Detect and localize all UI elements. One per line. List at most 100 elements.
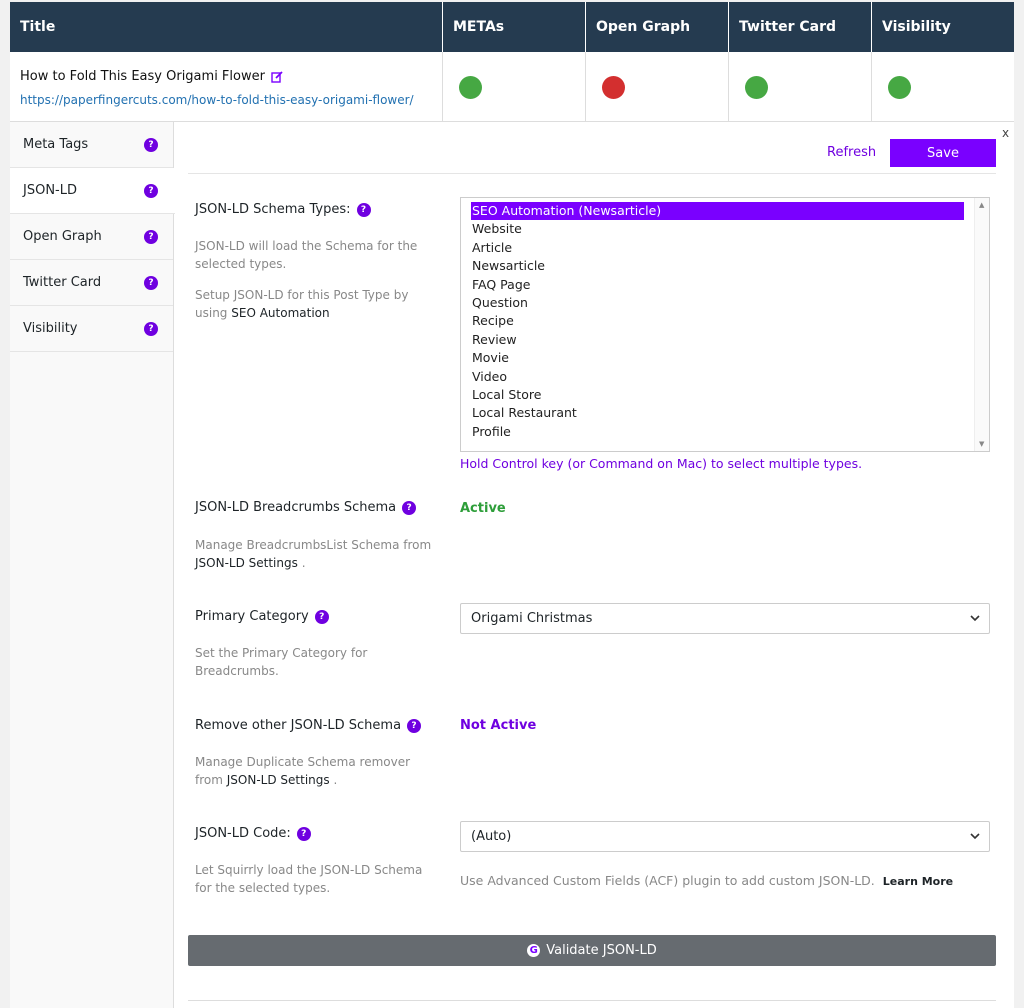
- list-item[interactable]: Profile: [461, 423, 989, 441]
- primary-category-label: Primary Category: [195, 609, 309, 624]
- help-icon[interactable]: ?: [144, 138, 158, 152]
- google-icon: G: [527, 944, 541, 957]
- list-item[interactable]: Local Store: [461, 386, 989, 404]
- json-ld-settings-link[interactable]: JSON-LD Settings: [227, 773, 330, 787]
- code-select-value: (Auto): [471, 829, 512, 844]
- schema-types-label-wrap: JSON-LD Schema Types: ?: [195, 202, 371, 217]
- code-label-wrap: JSON-LD Code: ?: [195, 826, 311, 841]
- chevron-down-icon: [970, 615, 980, 622]
- sidebar-item-json-ld[interactable]: JSON-LD ?: [10, 168, 175, 214]
- metas-status-dot: [459, 76, 482, 99]
- twitter-card-status-dot: [745, 76, 768, 99]
- sidebar-item-label: Twitter Card: [23, 275, 102, 290]
- scroll-up-icon[interactable]: ▲: [979, 201, 984, 209]
- code-select[interactable]: (Auto): [460, 821, 990, 852]
- refresh-button[interactable]: Refresh: [827, 145, 876, 160]
- list-item[interactable]: Newsarticle: [461, 257, 989, 275]
- list-item[interactable]: FAQ Page: [461, 276, 989, 294]
- sidebar-item-meta-tags[interactable]: Meta Tags ?: [10, 122, 173, 168]
- sidebar-item-label: Open Graph: [23, 229, 102, 244]
- breadcrumbs-desc-suffix: .: [301, 556, 306, 570]
- help-icon[interactable]: ?: [407, 718, 422, 733]
- sidebar-item-visibility[interactable]: Visibility ?: [10, 306, 173, 352]
- help-icon[interactable]: ?: [402, 500, 417, 515]
- sidebar-item-label: Meta Tags: [23, 137, 89, 152]
- open-graph-status-dot: [602, 76, 625, 99]
- header-metas: METAs: [443, 2, 586, 52]
- sidebar: Meta Tags ? JSON-LD ? Open Graph ? Twitt…: [10, 122, 175, 1008]
- acf-note-text: Use Advanced Custom Fields (ACF) plugin …: [460, 873, 875, 888]
- sidebar-item-label: JSON-LD: [23, 183, 77, 198]
- help-icon[interactable]: ?: [314, 609, 329, 624]
- schema-types-setup-desc: Setup JSON-LD for this Post Type by usin…: [195, 286, 435, 322]
- acf-note: Use Advanced Custom Fields (ACF) plugin …: [460, 873, 953, 888]
- scroll-down-icon[interactable]: ▼: [979, 440, 984, 448]
- remove-schema-label-wrap: Remove other JSON-LD Schema ?: [195, 718, 422, 733]
- list-item[interactable]: Movie: [461, 349, 989, 367]
- edit-icon[interactable]: [271, 70, 283, 83]
- remove-schema-desc-suffix: .: [333, 773, 338, 787]
- remove-schema-label: Remove other JSON-LD Schema: [195, 718, 402, 733]
- post-url-link[interactable]: https://paperfingercuts.com/how-to-fold-…: [20, 93, 414, 107]
- code-label: JSON-LD Code:: [195, 826, 291, 841]
- open-graph-cell: [586, 52, 729, 121]
- help-icon[interactable]: ?: [144, 230, 158, 244]
- remove-schema-desc: Manage Duplicate Schema remover from JSO…: [195, 753, 435, 789]
- help-icon[interactable]: ?: [356, 202, 371, 217]
- breadcrumbs-desc: Manage BreadcrumbsList Schema from JSON-…: [195, 536, 435, 572]
- help-icon[interactable]: ?: [144, 276, 158, 290]
- help-icon[interactable]: ?: [144, 184, 158, 198]
- settings-panel: Meta Tags ? JSON-LD ? Open Graph ? Twitt…: [10, 122, 1014, 1008]
- json-ld-settings-link[interactable]: JSON-LD Settings: [195, 556, 298, 570]
- remove-schema-status: Not Active: [460, 718, 537, 733]
- breadcrumbs-desc-text: Manage BreadcrumbsList Schema from: [195, 538, 432, 552]
- post-title: How to Fold This Easy Origami Flower: [20, 69, 265, 84]
- header-open-graph: Open Graph: [586, 2, 729, 52]
- primary-category-label-wrap: Primary Category ?: [195, 609, 329, 624]
- sidebar-item-twitter-card[interactable]: Twitter Card ?: [10, 260, 173, 306]
- schema-types-label: JSON-LD Schema Types:: [195, 202, 351, 217]
- listbox-scrollbar[interactable]: ▲ ▼: [974, 198, 989, 451]
- schema-types-listbox[interactable]: SEO Automation (Newsarticle) Website Art…: [460, 197, 990, 452]
- save-button[interactable]: Save: [890, 139, 996, 167]
- breadcrumbs-label-wrap: JSON-LD Breadcrumbs Schema ?: [195, 500, 417, 515]
- list-item[interactable]: SEO Automation (Newsarticle): [471, 202, 964, 221]
- table-header: Title METAs Open Graph Twitter Card Visi…: [10, 2, 1014, 52]
- list-item[interactable]: Review: [461, 331, 989, 349]
- primary-category-value: Origami Christmas: [471, 611, 593, 626]
- post-cell: How to Fold This Easy Origami Flower htt…: [10, 52, 443, 121]
- metas-cell: [443, 52, 586, 121]
- learn-more-link[interactable]: Learn More: [883, 875, 953, 888]
- sidebar-item-label: Visibility: [23, 321, 78, 336]
- header-twitter-card: Twitter Card: [729, 2, 872, 52]
- header-visibility: Visibility: [882, 19, 951, 35]
- visibility-status-dot: [888, 76, 911, 99]
- list-item[interactable]: Recipe: [461, 312, 989, 330]
- breadcrumbs-label: JSON-LD Breadcrumbs Schema: [195, 500, 397, 515]
- close-icon[interactable]: x: [1002, 126, 1009, 140]
- list-item[interactable]: Video: [461, 368, 989, 386]
- help-icon[interactable]: ?: [144, 322, 158, 336]
- list-item[interactable]: Local Restaurant: [461, 404, 989, 422]
- seo-status-table: Title METAs Open Graph Twitter Card Visi…: [10, 2, 1014, 122]
- list-item[interactable]: Question: [461, 294, 989, 312]
- header-title: Title: [10, 2, 443, 52]
- primary-category-select[interactable]: Origami Christmas: [460, 603, 990, 634]
- chevron-down-icon: [970, 833, 980, 840]
- table-row: How to Fold This Easy Origami Flower htt…: [10, 52, 1014, 122]
- post-title-wrap: How to Fold This Easy Origami Flower: [20, 69, 283, 84]
- multi-select-hint: Hold Control key (or Command on Mac) to …: [460, 456, 863, 471]
- list-item[interactable]: Article: [461, 239, 989, 257]
- divider: [188, 1000, 996, 1001]
- sidebar-item-open-graph[interactable]: Open Graph ?: [10, 214, 173, 260]
- code-desc: Let Squirrly load the JSON-LD Schema for…: [195, 863, 423, 895]
- validate-label: Validate JSON-LD: [546, 943, 657, 958]
- twitter-card-cell: [729, 52, 872, 121]
- seo-automation-link[interactable]: SEO Automation: [231, 306, 329, 320]
- validate-json-ld-button[interactable]: G Validate JSON-LD: [188, 935, 996, 966]
- schema-types-desc: JSON-LD will load the Schema for the sel…: [195, 239, 418, 271]
- help-icon[interactable]: ?: [296, 826, 311, 841]
- breadcrumbs-status: Active: [460, 501, 506, 516]
- list-item[interactable]: Website: [461, 220, 989, 238]
- visibility-cell: [872, 52, 1014, 121]
